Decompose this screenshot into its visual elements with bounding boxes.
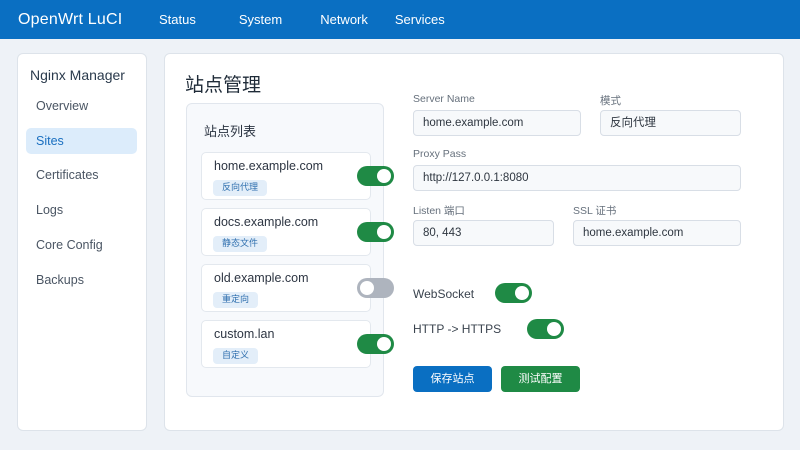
site-domain: custom.lan bbox=[214, 327, 275, 341]
toggle-knob bbox=[360, 281, 374, 295]
toggle-knob bbox=[377, 225, 391, 239]
sidebar-item-sites[interactable]: Sites bbox=[26, 128, 137, 154]
sidebar-item-core-config[interactable]: Core Config bbox=[26, 232, 137, 258]
sidebar-item-logs[interactable]: Logs bbox=[26, 197, 137, 223]
proxy-pass-input[interactable] bbox=[413, 165, 741, 191]
site-type-badge: 自定义 bbox=[213, 348, 259, 364]
top-navigation-bar: OpenWrt LuCI Status System Network Servi… bbox=[0, 0, 800, 39]
websocket-label: WebSocket bbox=[413, 287, 475, 301]
site-card-home[interactable]: home.example.com 反向代理 bbox=[201, 152, 394, 200]
site-enabled-toggle[interactable] bbox=[357, 278, 394, 298]
site-card-docs[interactable]: docs.example.com 静态文件 bbox=[201, 208, 394, 256]
top-menu: Status System Network Services bbox=[154, 12, 445, 27]
nav-network[interactable]: Network bbox=[320, 12, 368, 27]
toggle-knob bbox=[377, 169, 391, 183]
sidebar-item-backups[interactable]: Backups bbox=[26, 267, 137, 293]
listen-port-input[interactable] bbox=[413, 220, 554, 246]
sidebar-item-overview[interactable]: Overview bbox=[26, 93, 137, 119]
nav-system[interactable]: System bbox=[239, 12, 282, 27]
websocket-toggle[interactable] bbox=[495, 283, 532, 303]
proxy-pass-label: Proxy Pass bbox=[413, 148, 467, 160]
mode-select[interactable]: 反向代理 bbox=[600, 110, 741, 136]
site-card-custom[interactable]: custom.lan 自定义 bbox=[201, 320, 394, 368]
site-card-old[interactable]: old.example.com 重定向 bbox=[201, 264, 394, 312]
listen-port-label: Listen 端口 bbox=[413, 205, 465, 217]
site-domain: home.example.com bbox=[214, 159, 324, 173]
site-domain: old.example.com bbox=[214, 271, 309, 285]
test-config-button[interactable]: 测试配置 bbox=[501, 366, 580, 392]
sidebar-title: Nginx Manager bbox=[30, 67, 125, 83]
site-list-panel: 站点列表 home.example.com 反向代理 docs.example.… bbox=[186, 103, 394, 397]
site-type-badge: 反向代理 bbox=[213, 180, 268, 196]
toggle-knob bbox=[547, 322, 561, 336]
server-name-input[interactable] bbox=[413, 110, 581, 136]
server-name-label: Server Name bbox=[413, 93, 475, 105]
site-enabled-toggle[interactable] bbox=[357, 222, 394, 242]
save-site-button[interactable]: 保存站点 bbox=[413, 366, 492, 392]
page-title: 站点管理 bbox=[185, 74, 262, 96]
toggle-knob bbox=[515, 286, 529, 300]
site-type-badge: 静态文件 bbox=[213, 236, 268, 252]
site-enabled-toggle[interactable] bbox=[357, 334, 394, 354]
sidebar: Nginx Manager Overview Sites Certificate… bbox=[17, 53, 147, 431]
sidebar-item-certificates[interactable]: Certificates bbox=[26, 162, 137, 188]
nav-status[interactable]: Status bbox=[159, 12, 196, 27]
site-type-badge: 重定向 bbox=[213, 292, 259, 308]
toggle-knob bbox=[377, 337, 391, 351]
site-enabled-toggle[interactable] bbox=[357, 166, 394, 186]
ssl-cert-label: SSL 证书 bbox=[573, 205, 617, 217]
ssl-cert-select[interactable]: home.example.com bbox=[573, 220, 741, 246]
mode-label: 模式 bbox=[600, 95, 621, 107]
app-brand[interactable]: OpenWrt LuCI bbox=[18, 11, 154, 29]
https-redirect-label: HTTP -> HTTPS bbox=[413, 322, 502, 336]
main-panel: 站点管理 站点列表 home.example.com 反向代理 docs.exa… bbox=[164, 53, 784, 431]
nav-services[interactable]: Services bbox=[395, 12, 445, 27]
site-list-title: 站点列表 bbox=[204, 125, 257, 140]
site-domain: docs.example.com bbox=[214, 215, 319, 229]
https-redirect-toggle[interactable] bbox=[527, 319, 564, 339]
